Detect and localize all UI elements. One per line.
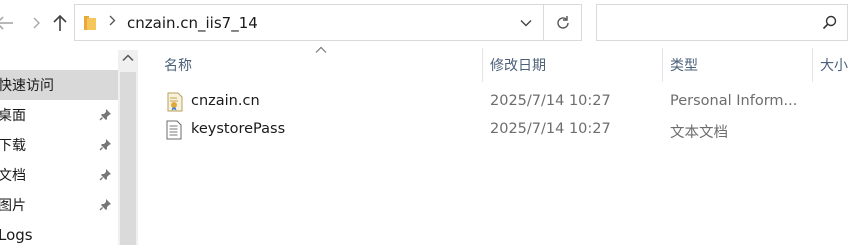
column-divider[interactable]: [812, 48, 813, 82]
pin-icon: [99, 139, 111, 151]
column-header-type[interactable]: 类型: [670, 46, 812, 84]
file-row[interactable]: cnzain.cn 2025/7/14 10:27 Personal Infor…: [140, 88, 862, 116]
quick-access-header[interactable]: 快速访问: [0, 70, 118, 100]
nav-scrollbar[interactable]: [118, 50, 138, 245]
up-button[interactable]: [49, 10, 71, 36]
refresh-button[interactable]: [544, 4, 582, 41]
chevron-right-icon: [109, 15, 116, 26]
nav-item-label: 桌面: [0, 108, 26, 124]
nav-item-logs[interactable]: Logs: [0, 220, 118, 245]
column-divider[interactable]: [662, 48, 663, 82]
pin-icon: [99, 199, 111, 211]
column-header-label: 类型: [670, 58, 698, 74]
refresh-icon: [556, 15, 569, 29]
file-list: 名称 修改日期 类型 大小 cnzain.cn 2025/7/14 10:27 …: [140, 46, 862, 245]
file-type: 文本文档: [670, 125, 728, 141]
nav-item-documents[interactable]: 文档: [0, 160, 118, 190]
scroll-up-arrow-icon[interactable]: [122, 54, 134, 62]
column-header-name[interactable]: 名称: [164, 46, 482, 84]
pin-icon: [99, 169, 111, 181]
back-button[interactable]: [0, 10, 16, 36]
column-header-label: 大小: [820, 58, 848, 74]
column-divider[interactable]: [482, 48, 483, 82]
pin-icon: [99, 109, 111, 121]
breadcrumb-separator[interactable]: [109, 15, 119, 30]
nav-item-downloads[interactable]: 下载: [0, 130, 118, 160]
chevron-right-icon: [33, 17, 40, 29]
file-row[interactable]: keystorePass 2025/7/14 10:27 文本文档: [140, 116, 862, 144]
nav-item-label: 文档: [0, 168, 26, 184]
breadcrumb-current-folder[interactable]: cnzain.cn_iis7_14: [127, 14, 258, 32]
recent-locations-button[interactable]: [26, 10, 48, 36]
folder-icon: [84, 15, 96, 30]
nav-item-label: Logs: [0, 226, 33, 244]
nav-item-label: 下载: [0, 138, 26, 154]
file-name: keystorePass: [191, 121, 286, 137]
nav-item-desktop[interactable]: 桌面: [0, 100, 118, 130]
search-input[interactable]: [596, 4, 848, 41]
file-date: 2025/7/14 10:27: [490, 93, 611, 109]
scrollbar-thumb[interactable]: [120, 72, 136, 245]
navigation-pane: 快速访问 桌面 下载 文档 图片 Logs: [0, 46, 140, 245]
certificate-file-icon: [167, 92, 183, 112]
arrow-left-icon: [0, 16, 13, 30]
text-file-icon: [166, 120, 182, 140]
toolbar: cnzain.cn_iis7_14: [0, 0, 862, 46]
file-explorer-window: cnzain.cn_iis7_14 快速访问 桌面 下载 文档 图片 Logs …: [0, 0, 862, 245]
chevron-down-icon: [520, 19, 532, 26]
column-header-date[interactable]: 修改日期: [490, 46, 662, 84]
file-name: cnzain.cn: [191, 93, 260, 109]
address-bar[interactable]: cnzain.cn_iis7_14: [74, 4, 544, 41]
column-header-size[interactable]: 大小: [820, 46, 862, 84]
arrow-up-icon: [53, 14, 67, 31]
address-history-dropdown[interactable]: [509, 5, 543, 40]
quick-access-label: 快速访问: [0, 78, 54, 94]
search-icon: [822, 15, 837, 30]
file-date: 2025/7/14 10:27: [490, 121, 611, 137]
file-type: Personal Inform...: [670, 93, 798, 109]
nav-item-label: 图片: [0, 198, 26, 214]
nav-item-pictures[interactable]: 图片: [0, 190, 118, 220]
column-header-label: 名称: [164, 58, 192, 74]
column-header-label: 修改日期: [490, 58, 546, 74]
